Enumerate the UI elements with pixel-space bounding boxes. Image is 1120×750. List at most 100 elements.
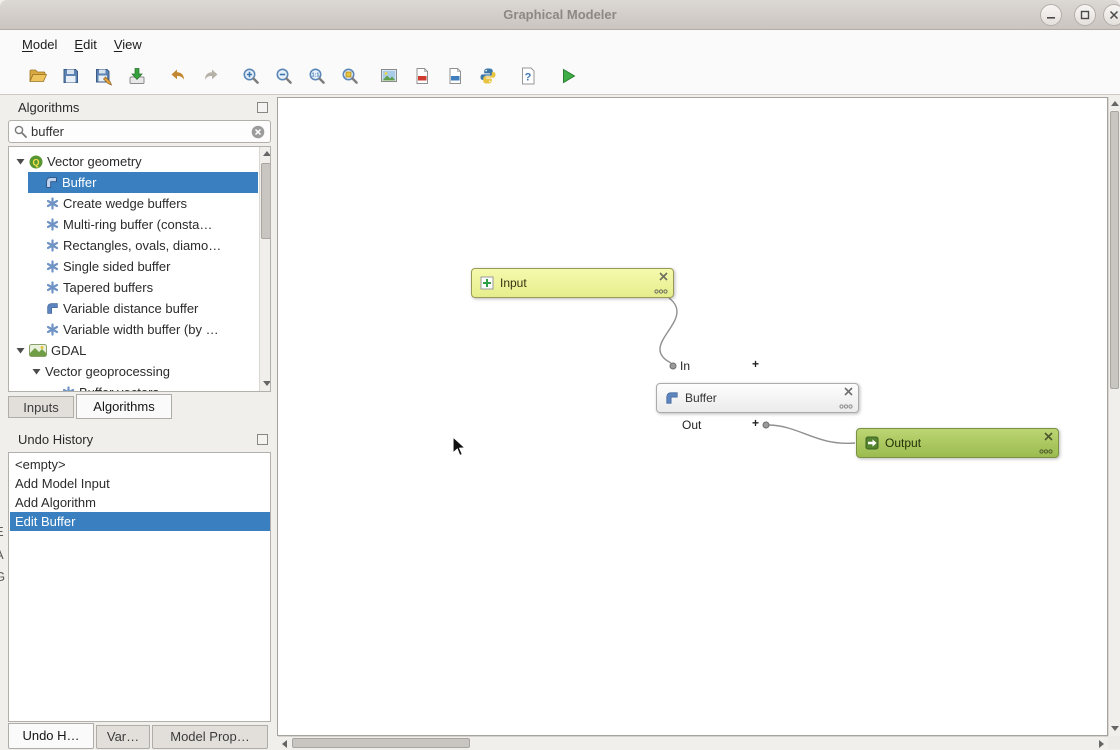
- undo-item-add-algorithm[interactable]: Add Algorithm: [10, 493, 271, 512]
- tab-variables[interactable]: Var…: [96, 725, 150, 749]
- tree-item-tapered-buffers[interactable]: Tapered buffers: [10, 277, 258, 298]
- tab-model-properties[interactable]: Model Prop…: [152, 725, 268, 749]
- qgis-icon: Q: [29, 155, 43, 169]
- zoom-actual-button[interactable]: 1:1: [304, 63, 330, 89]
- undo-item-add-model-input[interactable]: Add Model Input: [10, 474, 271, 493]
- tree-item-single-sided-buffer[interactable]: Single sided buffer: [10, 256, 258, 277]
- socket-dot[interactable]: [763, 422, 769, 428]
- menu-model[interactable]: Model: [22, 37, 57, 52]
- gdal-icon: [29, 344, 47, 357]
- tab-algorithms[interactable]: Algorithms: [76, 394, 172, 419]
- redo-button[interactable]: [198, 63, 224, 89]
- export-as-pdf-button[interactable]: [409, 63, 435, 89]
- dock-float-icon[interactable]: [257, 434, 268, 445]
- zoom-out-button[interactable]: [271, 63, 297, 89]
- expander-icon[interactable]: [16, 347, 25, 354]
- save-model-as-button[interactable]: [91, 63, 117, 89]
- algorithm-icon: [46, 218, 59, 231]
- dock-float-icon[interactable]: [257, 102, 268, 113]
- canvas-horizontal-scrollbar[interactable]: [278, 736, 1108, 749]
- save-in-project-icon: [127, 66, 147, 86]
- toolbar: 1:1: [0, 58, 1120, 95]
- save-model-button[interactable]: [58, 63, 84, 89]
- undo-item-empty[interactable]: <empty>: [10, 455, 271, 474]
- search-input[interactable]: [31, 124, 247, 139]
- minimize-button[interactable]: [1040, 4, 1062, 26]
- add-input-icon: [480, 276, 494, 290]
- menu-view[interactable]: View: [114, 37, 142, 52]
- tree-item-variable-distance-buffer[interactable]: Variable distance buffer: [10, 298, 258, 319]
- fold-dots-icon[interactable]: [839, 404, 853, 409]
- tree-group-vector-geometry[interactable]: Q Vector geometry: [10, 151, 258, 172]
- zoom-actual-icon: 1:1: [307, 66, 327, 86]
- graphical-modeler-window: Graphical Modeler ] Model Edit View: [0, 0, 1120, 750]
- fold-dots-icon[interactable]: [654, 289, 668, 294]
- close-button[interactable]: [1103, 4, 1120, 26]
- scroll-right-icon[interactable]: [1099, 740, 1104, 748]
- expander-icon[interactable]: [16, 158, 25, 165]
- fold-dots-icon[interactable]: [1039, 449, 1053, 454]
- help-button[interactable]: ?: [515, 63, 541, 89]
- close-icon: [1108, 9, 1120, 21]
- model-canvas[interactable]: Input In + Buffer Out +: [277, 97, 1108, 736]
- delete-node-icon[interactable]: [1044, 432, 1053, 441]
- connection-wires: [278, 98, 1108, 736]
- canvas-vertical-scrollbar[interactable]: [1108, 97, 1120, 736]
- delete-node-icon[interactable]: [659, 272, 668, 281]
- model-node-output[interactable]: Output: [856, 428, 1059, 458]
- background-window-fragment: G: [0, 569, 5, 584]
- expander-icon[interactable]: [32, 368, 41, 375]
- expand-in-sockets-button[interactable]: +: [752, 357, 759, 371]
- window-title: Graphical Modeler: [0, 0, 1120, 29]
- model-node-buffer[interactable]: Buffer: [656, 383, 859, 413]
- tree-item-multi-ring-buffer[interactable]: Multi-ring buffer (consta…: [10, 214, 258, 235]
- tree-item-rectangles-ovals[interactable]: Rectangles, ovals, diamo…: [10, 235, 258, 256]
- help-icon: ?: [518, 66, 538, 86]
- zoom-out-icon: [274, 66, 294, 86]
- tree-item-variable-width-buffer[interactable]: Variable width buffer (by …: [10, 319, 258, 340]
- tree-scrollbar[interactable]: [259, 147, 271, 391]
- scroll-down-icon[interactable]: [263, 381, 271, 386]
- svg-text:Q: Q: [32, 157, 39, 167]
- search-icon: [14, 125, 27, 138]
- tree-item-create-wedge-buffers[interactable]: Create wedge buffers: [10, 193, 258, 214]
- redo-icon: [201, 66, 221, 86]
- menubar: Model Edit View: [0, 30, 1120, 58]
- tree-group-vector-geoprocessing[interactable]: Vector geoprocessing: [10, 361, 258, 382]
- save-icon: [61, 66, 81, 86]
- menu-edit[interactable]: Edit: [74, 37, 96, 52]
- tab-undo-history[interactable]: Undo H…: [8, 723, 94, 749]
- delete-node-icon[interactable]: [844, 387, 853, 396]
- export-svg-icon: [445, 66, 465, 86]
- folder-open-icon: [28, 66, 48, 86]
- scroll-up-icon[interactable]: [263, 151, 271, 156]
- scroll-left-icon[interactable]: [282, 740, 287, 748]
- expand-out-sockets-button[interactable]: +: [752, 416, 759, 430]
- scrollbar-thumb[interactable]: [292, 738, 470, 748]
- undo-button[interactable]: [165, 63, 191, 89]
- undo-item-edit-buffer[interactable]: Edit Buffer: [10, 512, 271, 531]
- open-model-button[interactable]: [25, 63, 51, 89]
- tab-inputs[interactable]: Inputs: [8, 396, 74, 418]
- zoom-full-button[interactable]: [337, 63, 363, 89]
- tree-group-gdal[interactable]: GDAL: [10, 340, 258, 361]
- algorithms-dock-title: Algorithms: [18, 100, 79, 115]
- export-as-python-script-button[interactable]: [475, 63, 501, 89]
- run-model-button[interactable]: [555, 63, 581, 89]
- model-node-input[interactable]: Input: [471, 268, 674, 298]
- export-as-svg-button[interactable]: [442, 63, 468, 89]
- scrollbar-thumb[interactable]: [1110, 111, 1119, 389]
- run-icon: [558, 66, 578, 86]
- tree-item-buffer[interactable]: Buffer: [28, 172, 258, 193]
- tree-item-buffer-vectors[interactable]: Buffer vectors: [10, 382, 258, 392]
- scroll-down-icon[interactable]: [1111, 726, 1119, 731]
- save-model-in-project-button[interactable]: [124, 63, 150, 89]
- scroll-up-icon[interactable]: [1111, 101, 1119, 106]
- maximize-button[interactable]: [1074, 4, 1096, 26]
- clear-search-icon[interactable]: [251, 125, 265, 139]
- export-as-image-button[interactable]: [376, 63, 402, 89]
- scrollbar-thumb[interactable]: [261, 163, 271, 239]
- zoom-in-button[interactable]: [238, 63, 264, 89]
- socket-dot[interactable]: [670, 363, 676, 369]
- titlebar[interactable]: Graphical Modeler ]: [0, 0, 1120, 30]
